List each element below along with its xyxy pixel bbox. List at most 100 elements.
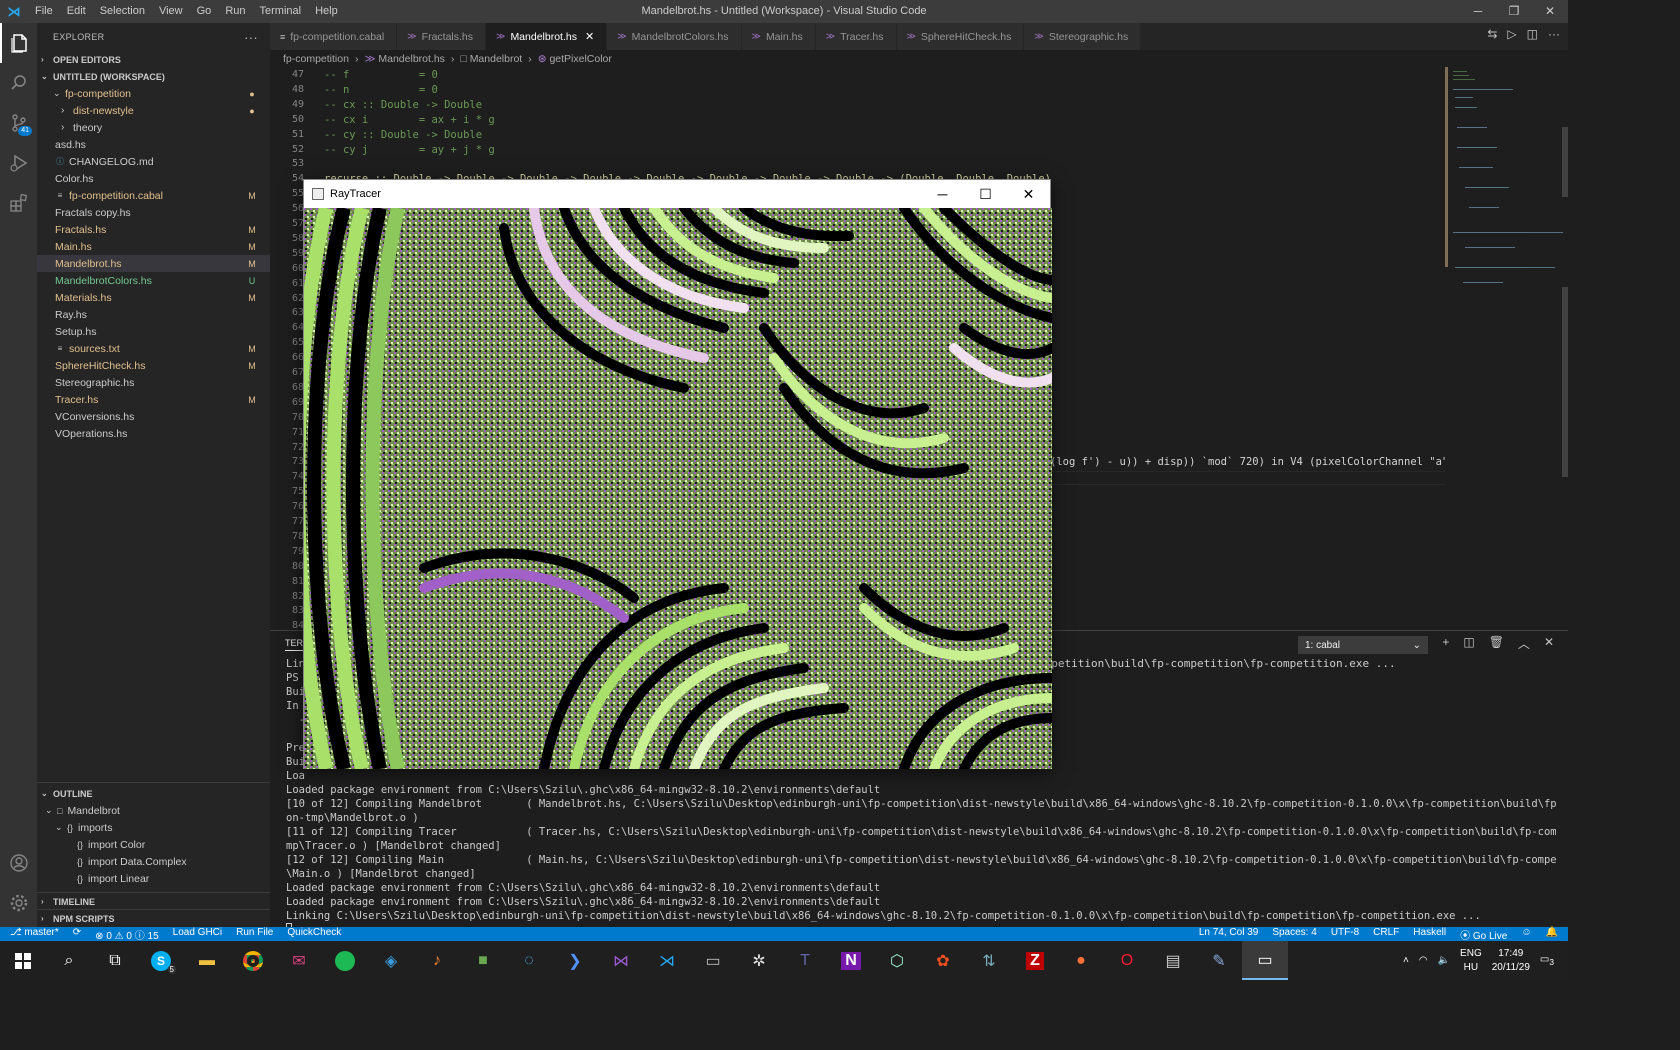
opera-icon[interactable]: O [1104, 941, 1150, 980]
split-terminal-icon[interactable]: ◫ [1463, 635, 1474, 652]
onenote-icon[interactable]: N [828, 941, 874, 980]
file-explorer-icon[interactable]: ▬ [184, 941, 230, 980]
notifications-bell-icon[interactable]: 🔔 [1546, 927, 1558, 942]
tree-item[interactable]: ⌄ fp-competition ● [37, 85, 270, 102]
cursor-position[interactable]: Ln 74, Col 39 [1199, 927, 1259, 942]
breadcrumb-file[interactable]: ≫ Mandelbrot.hs [364, 53, 444, 65]
outline-item[interactable]: {}import MandelbrotColors [37, 887, 270, 891]
minimap[interactable] [1445, 67, 1568, 652]
firefox-icon[interactable]: ● [1058, 941, 1104, 980]
outline-item[interactable]: ⌄ □ Mandelbrot [37, 802, 270, 819]
chrome-icon[interactable] [230, 941, 276, 980]
editor-tab[interactable]: ≫ Mandelbrot.hs ✕ [486, 23, 608, 50]
window-app-icon[interactable]: ▭ [690, 941, 736, 980]
spotify-icon[interactable] [322, 941, 368, 980]
skype-icon[interactable]: S5 [138, 941, 184, 980]
problems-indicator[interactable]: ⊗ 0 ⚠ 0 ⓘ 15 [95, 927, 158, 942]
close-icon[interactable]: ✕ [1007, 180, 1050, 208]
outline-item[interactable]: {} import Data.Complex [37, 853, 270, 870]
source-control-icon[interactable]: 41 [0, 103, 37, 143]
language-indicator[interactable]: ENG HU [1460, 947, 1482, 975]
run-icon[interactable]: ▷ [1507, 27, 1516, 41]
powershell-icon[interactable]: ❯ [552, 941, 598, 980]
menu-terminal[interactable]: Terminal [253, 0, 309, 23]
figma-icon[interactable]: ✿ [920, 941, 966, 980]
load-ghci-button[interactable]: Load GHCi [173, 927, 222, 942]
search-icon[interactable]: ⌕ [46, 941, 92, 980]
tree-item[interactable]: VConversions.hs [37, 408, 270, 425]
clock[interactable]: 17:49 20/11/29 [1492, 947, 1530, 975]
editor-tab[interactable]: ≫ Main.hs [741, 23, 816, 50]
maximize-panel-icon[interactable]: ︿ [1518, 635, 1530, 652]
filezilla-icon[interactable]: Z [1012, 941, 1058, 980]
windows-start-icon[interactable] [0, 941, 46, 980]
outline-item[interactable]: {} import Color [37, 836, 270, 853]
breadcrumb-symbol[interactable]: ⊛ getPixelColor [538, 53, 612, 65]
open-editors-section[interactable]: › OPEN EDITORS [37, 51, 270, 68]
volume-icon[interactable]: 🔈 [1438, 955, 1450, 966]
menu-run[interactable]: Run [218, 0, 252, 23]
tree-item[interactable]: Fractals.hs M [37, 221, 270, 238]
more-actions-icon[interactable]: ··· [1548, 27, 1560, 41]
split-editor-icon[interactable]: ◫ [1527, 27, 1538, 41]
breadcrumb-folder[interactable]: fp-competition [283, 53, 349, 65]
visual-studio-icon[interactable]: ⋈ [598, 941, 644, 980]
menu-help[interactable]: Help [308, 0, 345, 23]
search-icon[interactable] [0, 63, 37, 103]
flame-app-icon[interactable]: ♪ [414, 941, 460, 980]
tree-item[interactable]: Setup.hs [37, 323, 270, 340]
mail-app-icon[interactable]: ✉ [276, 941, 322, 980]
task-view-icon[interactable]: ⧉ [92, 941, 138, 980]
tree-item[interactable]: ≡ fp-competition.cabal M [37, 187, 270, 204]
minimize-icon[interactable]: ─ [921, 180, 964, 208]
editor-tab[interactable]: ≫ Tracer.hs [815, 23, 897, 50]
virtualbox-icon[interactable]: ⬡ [874, 941, 920, 980]
language-mode[interactable]: Haskell [1413, 927, 1446, 942]
outline-item[interactable]: {} import Linear [37, 870, 270, 887]
photos-icon[interactable]: ▤ [1150, 941, 1196, 980]
explorer-icon[interactable] [0, 23, 37, 63]
tree-item[interactable]: Tracer.hs M [37, 391, 270, 408]
settings-gear-icon[interactable] [0, 883, 37, 923]
restore-icon[interactable]: ❐ [1496, 0, 1532, 23]
tree-item[interactable]: Mandelbrot.hs M [37, 255, 270, 272]
tree-item[interactable]: ⓘ CHANGELOG.md [37, 153, 270, 170]
tree-item[interactable]: Color.hs [37, 170, 270, 187]
tree-item[interactable]: › theory [37, 119, 270, 136]
git-branch[interactable]: ⎇ master* [10, 927, 59, 942]
minecraft-icon[interactable]: ■ [460, 941, 506, 980]
editor-tab[interactable]: ≫ MandelbrotColors.hs [607, 23, 742, 50]
feedback-icon[interactable]: ☺ [1521, 927, 1531, 942]
tree-item[interactable]: SphereHitCheck.hs M [37, 357, 270, 374]
menu-file[interactable]: File [28, 0, 60, 23]
tree-item[interactable]: Fractals copy.hs [37, 204, 270, 221]
workspace-section[interactable]: ⌄ UNTITLED (WORKSPACE) [37, 68, 270, 85]
maximize-icon[interactable]: ☐ [964, 180, 1007, 208]
chevron-up-icon[interactable]: ˄ [1403, 955, 1409, 966]
close-icon[interactable]: ✕ [1532, 0, 1568, 23]
terminal-select[interactable]: 1: cabal ⌄ [1298, 636, 1428, 654]
menu-edit[interactable]: Edit [60, 0, 93, 23]
quickcheck-button[interactable]: QuickCheck [287, 927, 341, 942]
tree-item[interactable]: Ray.hs [37, 306, 270, 323]
minimize-icon[interactable]: ─ [1460, 0, 1496, 23]
notification-center-icon[interactable]: ▭3 [1540, 954, 1554, 967]
npm-scripts-section[interactable]: › NPM SCRIPTS [37, 910, 270, 927]
editor-tab[interactable]: ≫ Stereographic.hs [1024, 23, 1142, 50]
tree-item[interactable]: MandelbrotColors.hs U [37, 272, 270, 289]
wifi-icon[interactable]: ◠ [1419, 955, 1428, 966]
raytracer-taskbar-icon[interactable]: ▭ [1242, 941, 1288, 980]
encoding[interactable]: UTF-8 [1331, 927, 1359, 942]
circle-app-icon[interactable]: ◌ [506, 941, 552, 980]
go-live-button[interactable]: ⦿ Go Live [1460, 927, 1507, 942]
menu-go[interactable]: Go [190, 0, 219, 23]
tree-item[interactable]: Main.hs M [37, 238, 270, 255]
outline-item[interactable]: ⌄ {} imports [37, 819, 270, 836]
extensions-icon[interactable] [0, 183, 37, 223]
editor-tab[interactable]: ≫ Fractals.hs [397, 23, 487, 50]
teams-icon[interactable]: T [782, 941, 828, 980]
editor-tab[interactable]: ≫ SphereHitCheck.hs [896, 23, 1025, 50]
menu-selection[interactable]: Selection [93, 0, 152, 23]
run-debug-icon[interactable] [0, 143, 37, 183]
run-file-button[interactable]: Run File [236, 927, 273, 942]
